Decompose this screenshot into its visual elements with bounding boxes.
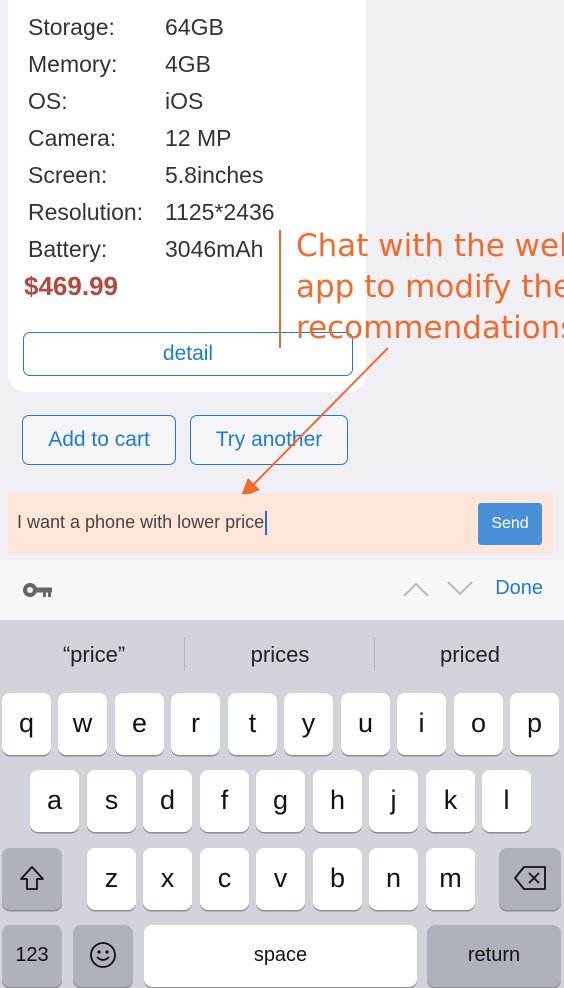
key-f[interactable]: f <box>200 770 249 832</box>
key-b[interactable]: b <box>313 848 362 910</box>
numbers-key[interactable]: 123 <box>2 925 62 987</box>
backspace-key[interactable] <box>499 848 561 910</box>
key-d[interactable]: d <box>143 770 192 832</box>
shift-key[interactable] <box>2 848 62 910</box>
annotation-divider <box>279 230 281 348</box>
key-i[interactable]: i <box>397 693 446 755</box>
product-area: Storage: 64GB Memory: 4GB OS: iOS Camera… <box>0 0 564 487</box>
key-w[interactable]: w <box>58 693 107 755</box>
keyboard-accessory-bar: Done <box>0 560 564 620</box>
product-price: $469.99 <box>24 271 118 301</box>
spec-value: 3046mAh <box>165 236 264 262</box>
key-n[interactable]: n <box>369 848 418 910</box>
spec-label: Battery: <box>28 236 108 262</box>
suggestion-bar: “price” prices priced <box>0 620 564 692</box>
suggestion-divider <box>184 637 185 671</box>
key-l[interactable]: l <box>482 770 531 832</box>
key-c[interactable]: c <box>200 848 249 910</box>
chevron-up-icon[interactable] <box>402 580 430 598</box>
key-s[interactable]: s <box>87 770 136 832</box>
spec-value: 5.8inches <box>165 162 264 188</box>
key-g[interactable]: g <box>256 770 305 832</box>
chevron-down-icon[interactable] <box>446 580 474 598</box>
key-h[interactable]: h <box>313 770 362 832</box>
spec-label: Memory: <box>28 51 118 77</box>
spec-value: 12 MP <box>165 125 232 151</box>
spec-label: Camera: <box>28 125 117 151</box>
key-p[interactable]: p <box>510 693 559 755</box>
emoji-key[interactable] <box>73 925 133 987</box>
suggestion-1[interactable]: “price” <box>0 642 188 668</box>
key-k[interactable]: k <box>426 770 475 832</box>
send-button[interactable]: Send <box>478 503 542 545</box>
spec-label: Resolution: <box>28 199 144 225</box>
suggestion-3[interactable]: priced <box>376 642 564 668</box>
spec-label: Screen: <box>28 162 108 188</box>
backspace-icon <box>514 866 546 890</box>
text-caret <box>265 511 268 536</box>
annotation-callout: Chat with the web app to modify the reco… <box>296 226 564 349</box>
chat-input[interactable]: I want a phone with lower price <box>17 508 268 536</box>
annotation-line: Chat with the web <box>296 228 564 264</box>
key-u[interactable]: u <box>341 693 390 755</box>
key-z[interactable]: z <box>87 848 136 910</box>
key-q[interactable]: q <box>2 693 51 755</box>
key-y[interactable]: y <box>284 693 333 755</box>
spec-label: Storage: <box>28 14 115 40</box>
chat-input-text: I want a phone with lower price <box>17 512 265 532</box>
emoji-icon <box>90 942 116 968</box>
key-v[interactable]: v <box>256 848 305 910</box>
spec-value: iOS <box>165 88 204 114</box>
key-t[interactable]: t <box>228 693 277 755</box>
spec-value: 4GB <box>165 51 212 77</box>
add-to-cart-button[interactable]: Add to cart <box>22 415 176 465</box>
suggestion-2[interactable]: prices <box>186 642 374 668</box>
keyboard: “price” prices priced q w e r t y u i o … <box>0 620 564 988</box>
try-another-button[interactable]: Try another <box>190 415 348 465</box>
key-e[interactable]: e <box>115 693 164 755</box>
key-o[interactable]: o <box>454 693 503 755</box>
spec-value: 1125*2436 <box>165 199 275 225</box>
annotation-line: recommendations <box>296 310 564 346</box>
key-a[interactable]: a <box>30 770 79 832</box>
suggestion-divider <box>374 637 375 671</box>
return-key[interactable]: return <box>427 925 561 987</box>
chat-bar: I want a phone with lower price Send <box>8 494 553 553</box>
spec-label: OS: <box>28 88 68 114</box>
key-m[interactable]: m <box>426 848 475 910</box>
shift-icon <box>20 866 44 890</box>
annotation-line: app to modify the <box>296 269 564 305</box>
key-j[interactable]: j <box>369 770 418 832</box>
spec-value: 64GB <box>165 14 224 40</box>
done-button[interactable]: Done <box>495 577 543 600</box>
key-x[interactable]: x <box>143 848 192 910</box>
key-icon[interactable] <box>22 580 54 600</box>
key-r[interactable]: r <box>171 693 220 755</box>
space-key[interactable]: space <box>144 925 417 987</box>
